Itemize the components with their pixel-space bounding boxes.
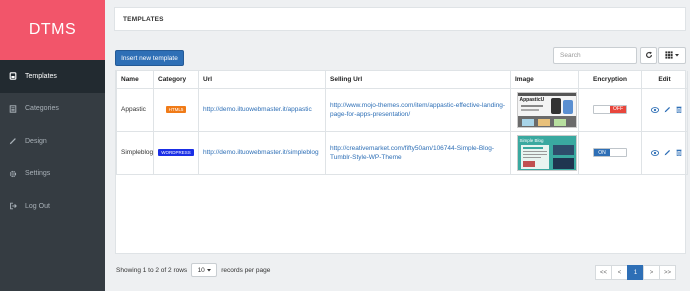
sidebar-item-label: Settings xyxy=(25,170,51,178)
selling-url-link[interactable]: http://www.mojo-themes.com/item/appastic… xyxy=(330,102,505,118)
column-header[interactable]: Edit xyxy=(641,71,688,89)
pager-prev[interactable]: < xyxy=(611,265,628,280)
column-header[interactable]: Url xyxy=(198,71,326,89)
pagination-info: Showing 1 to 2 of 2 rows 10 records per … xyxy=(116,263,270,277)
sidebar: DTMS Templates Categories Design Setting… xyxy=(0,0,105,291)
toggle-state-label: ON xyxy=(594,149,610,156)
sidebar-item-design[interactable]: Design xyxy=(0,125,105,158)
pager-page-1[interactable]: 1 xyxy=(627,265,644,280)
pagination: << < 1 > >> xyxy=(595,265,676,280)
per-page-dropdown[interactable]: 10 xyxy=(191,263,218,277)
template-url-link[interactable]: http://demo.iltuowebmaster.it/simpleblog xyxy=(203,149,319,156)
caret-down-icon xyxy=(675,52,679,59)
showing-text: Showing 1 to 2 of 2 rows xyxy=(116,266,188,274)
view-icon[interactable] xyxy=(651,106,659,113)
toggle-state-label: OFF xyxy=(610,105,626,113)
selling-url-link[interactable]: http://creativemarket.com/fifty50am/1067… xyxy=(330,145,494,161)
page-title: TEMPLATES xyxy=(114,7,686,31)
pencil-icon xyxy=(8,136,18,146)
per-page-suffix: records per page xyxy=(221,266,271,274)
sidebar-item-label: Design xyxy=(25,137,47,145)
pager-last[interactable]: >> xyxy=(659,265,676,280)
table-row: Appastic HTML5 http://demo.iltuowebmaste… xyxy=(116,87,688,132)
pager-first[interactable]: << xyxy=(595,265,612,280)
sidebar-item-categories[interactable]: Categories xyxy=(0,93,105,126)
search-input[interactable] xyxy=(553,47,637,64)
view-icon[interactable] xyxy=(651,149,659,156)
template-thumbnail[interactable]: Simple Blog xyxy=(516,134,577,171)
column-header[interactable]: Category xyxy=(153,71,199,89)
column-header[interactable]: Name xyxy=(116,71,154,89)
edit-icon[interactable] xyxy=(664,149,671,156)
sidebar-item-templates[interactable]: Templates xyxy=(0,60,105,93)
table-row: Simpleblog WORDPRESS http://demo.iltuowe… xyxy=(116,130,688,175)
column-header[interactable]: Encryption xyxy=(578,71,642,89)
list-icon xyxy=(8,104,18,114)
refresh-icon xyxy=(645,51,653,61)
table-header-row: Name Category Url Selling Url Image Encr… xyxy=(116,71,688,89)
column-header[interactable]: Selling Url xyxy=(325,71,511,89)
sidebar-item-logout[interactable]: Log Out xyxy=(0,190,105,223)
template-name: Simpleblog xyxy=(116,130,154,175)
grid-icon xyxy=(665,50,673,61)
column-header[interactable]: Image xyxy=(510,71,579,89)
insert-template-button[interactable]: Insert new template xyxy=(115,50,184,66)
category-badge: WORDPRESS xyxy=(158,149,194,156)
file-icon xyxy=(8,71,18,81)
thumbnail-title: Simple Blog xyxy=(519,137,544,143)
edit-icon[interactable] xyxy=(664,106,671,113)
refresh-button[interactable] xyxy=(640,47,657,64)
columns-toggle-button[interactable] xyxy=(658,47,686,64)
pager-next[interactable]: > xyxy=(643,265,660,280)
logout-icon xyxy=(8,201,18,211)
encryption-toggle[interactable]: OFF xyxy=(593,104,627,114)
category-badge: HTML5 xyxy=(165,106,187,113)
template-thumbnail[interactable]: AppasticU xyxy=(516,91,577,128)
gear-icon xyxy=(8,169,18,179)
sidebar-item-settings[interactable]: Settings xyxy=(0,158,105,191)
delete-icon[interactable] xyxy=(676,149,682,156)
sidebar-item-label: Categories xyxy=(25,105,59,113)
templates-table: Name Category Url Selling Url Image Encr… xyxy=(115,70,688,254)
brand-logo[interactable]: DTMS xyxy=(0,0,105,60)
thumbnail-title: AppasticU xyxy=(519,96,545,103)
sidebar-item-label: Log Out xyxy=(25,202,50,210)
delete-icon[interactable] xyxy=(676,106,682,113)
caret-down-icon xyxy=(206,268,211,272)
encryption-toggle[interactable]: ON xyxy=(593,148,627,157)
template-name: Appastic xyxy=(116,87,154,132)
sidebar-item-label: Templates xyxy=(25,72,57,80)
template-url-link[interactable]: http://demo.iltuowebmaster.it/appastic xyxy=(203,106,312,113)
main-content: TEMPLATES Insert new template Name Categ… xyxy=(105,0,690,291)
